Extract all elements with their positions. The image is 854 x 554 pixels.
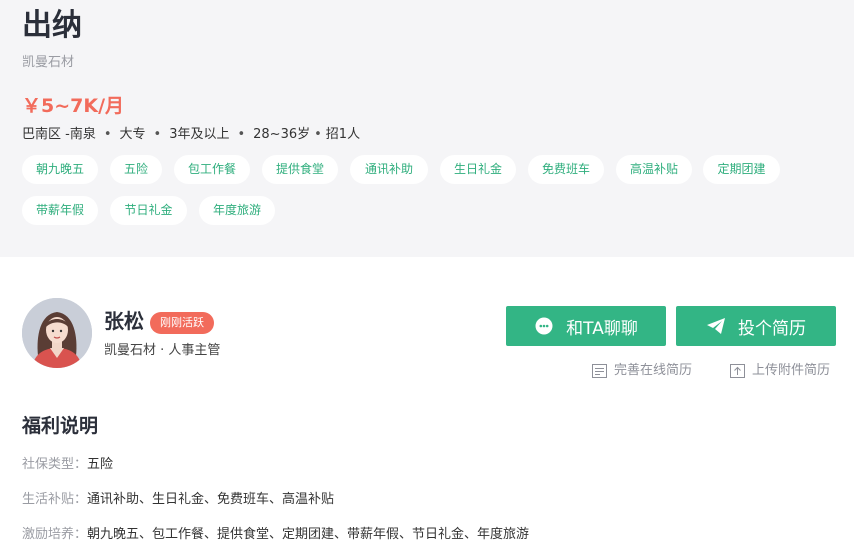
salary: ￥5~7K/月 — [22, 95, 125, 117]
upload-resume-link[interactable]: 上传附件简历 — [730, 362, 830, 380]
upload-icon — [730, 364, 745, 378]
benefit-tag: 包工作餐 — [174, 155, 250, 184]
job-meta: 巴南区 -南泉 • 大专 • 3年及以上 • 28~36岁 • 招1人 — [22, 125, 360, 145]
apply-button-label: 投个简历 — [738, 318, 806, 339]
chat-bubble-icon — [535, 317, 553, 335]
benefit-tag: 免费班车 — [528, 155, 604, 184]
benefit-row-key: 生活补贴： — [22, 492, 88, 507]
avatar-image — [22, 298, 92, 368]
benefit-tag: 生日礼金 — [440, 155, 516, 184]
company-name[interactable]: 凯曼石材 — [22, 54, 74, 72]
benefit-tag: 五险 — [110, 155, 162, 184]
benefit-tag: 年度旅游 — [199, 196, 275, 225]
paper-plane-icon — [707, 318, 725, 334]
benefit-row-value: 朝九晚五、包工作餐、提供食堂、定期团建、带薪年假、节日礼金、年度旅游 — [87, 527, 530, 542]
benefit-row-allowance: 生活补贴：通讯补助、生日礼金、免费班车、高温补贴 — [22, 490, 334, 510]
recruiter-name: 张松 — [104, 309, 144, 333]
job-headcount: 招1人 — [325, 127, 361, 142]
avatar[interactable] — [22, 298, 92, 368]
benefit-row-insurance: 社保类型：五险 — [22, 455, 113, 475]
job-title: 出纳 — [22, 8, 82, 43]
job-age: 28~36岁 — [253, 127, 311, 142]
job-experience: 3年及以上 — [169, 127, 230, 142]
benefit-tags: 朝九晚五 五险 包工作餐 提供食堂 通讯补助 生日礼金 免费班车 高温补贴 定期… — [22, 155, 822, 237]
apply-button[interactable]: 投个简历 — [676, 306, 836, 346]
job-header: 出纳 凯曼石材 ￥5~7K/月 巴南区 -南泉 • 大专 • 3年及以上 • 2… — [0, 0, 854, 257]
document-icon — [592, 364, 607, 378]
benefit-tag: 定期团建 — [703, 155, 780, 184]
chat-button[interactable]: 和TA聊聊 — [506, 306, 666, 346]
tag-row-1: 朝九晚五 五险 包工作餐 提供食堂 通讯补助 生日礼金 免费班车 高温补贴 定期… — [22, 155, 822, 196]
benefit-row-key: 激励培养： — [22, 527, 88, 542]
recruiter-title: 凯曼石材 · 人事主管 — [104, 343, 221, 358]
benefit-tag: 提供食堂 — [262, 155, 338, 184]
benefit-tag: 节日礼金 — [110, 196, 187, 225]
chat-button-label: 和TA聊聊 — [566, 318, 638, 339]
complete-resume-label: 完善在线简历 — [614, 363, 693, 378]
benefit-row-value: 五险 — [87, 457, 114, 472]
job-location: 巴南区 -南泉 — [22, 127, 96, 142]
benefits-section-title: 福利说明 — [22, 415, 99, 437]
tag-row-2: 带薪年假 节日礼金 年度旅游 — [22, 196, 822, 237]
benefit-tag: 通讯补助 — [350, 155, 428, 184]
meta-separator: • — [237, 127, 246, 142]
benefit-row-key: 社保类型： — [22, 457, 88, 472]
benefit-tag: 高温补贴 — [616, 155, 692, 184]
upload-resume-label: 上传附件简历 — [752, 363, 831, 378]
meta-separator: • — [103, 127, 112, 142]
meta-separator: • — [314, 127, 322, 142]
benefit-tag: 带薪年假 — [22, 196, 98, 225]
active-status-badge: 刚刚活跃 — [150, 312, 214, 334]
benefit-row-value: 通讯补助、生日礼金、免费班车、高温补贴 — [87, 492, 335, 507]
complete-resume-link[interactable]: 完善在线简历 — [592, 362, 692, 380]
benefit-row-incentive: 激励培养：朝九晚五、包工作餐、提供食堂、定期团建、带薪年假、节日礼金、年度旅游 — [22, 525, 529, 545]
meta-separator: • — [153, 127, 162, 142]
benefit-tag: 朝九晚五 — [22, 155, 98, 184]
job-education: 大专 — [119, 127, 146, 142]
